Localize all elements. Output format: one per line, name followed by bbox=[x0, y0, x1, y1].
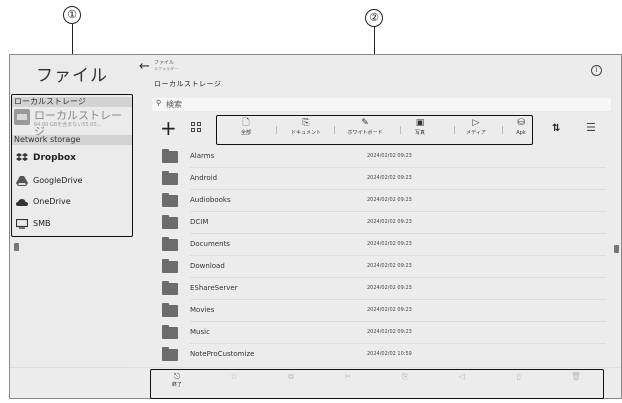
file-name: Music bbox=[190, 328, 210, 336]
manual-figure: ① ② ③ ファイル ローカルストレージ ローカルストレージ 64.00 GBを… bbox=[0, 0, 622, 403]
callout-2: ② bbox=[365, 9, 383, 27]
file-name: Android bbox=[190, 174, 218, 182]
search-icon: ⚲ bbox=[156, 99, 162, 107]
list-item[interactable]: Music 2024/02/02 09:23 bbox=[160, 323, 610, 344]
breadcrumb[interactable]: ファイル bbox=[154, 59, 174, 66]
file-date: 2024/02/02 09:23 bbox=[367, 263, 412, 269]
file-name: Download bbox=[190, 262, 225, 270]
main-panel: ← ファイル ルフォルダー ローカルストレージ i ⚲ 検索 + 🗋 全部 ⎘ … bbox=[134, 55, 621, 398]
file-date: 2024/02/02 09:23 bbox=[367, 219, 412, 225]
folder-icon bbox=[162, 171, 178, 185]
file-date: 2024/02/02 09:23 bbox=[367, 197, 412, 203]
breadcrumb-sub: ルフォルダー bbox=[154, 66, 178, 71]
file-date: 2024/02/02 09:23 bbox=[367, 241, 412, 247]
list-item[interactable]: Movies 2024/02/02 09:23 bbox=[160, 301, 610, 322]
folder-icon bbox=[162, 259, 178, 273]
file-date: 2024/02/02 09:23 bbox=[367, 153, 412, 159]
file-name: EShareServer bbox=[190, 284, 238, 292]
folder-icon bbox=[162, 281, 178, 295]
file-name: NoteProCustomize bbox=[190, 350, 255, 358]
multi-select-icon[interactable]: ☰ bbox=[586, 121, 596, 134]
list-item[interactable]: Download 2024/02/02 09:23 bbox=[160, 257, 610, 278]
info-icon[interactable]: i bbox=[591, 65, 602, 76]
search-placeholder: 検索 bbox=[166, 100, 182, 109]
current-location-title: ローカルストレージ bbox=[154, 80, 222, 88]
list-item[interactable]: NoteProCustomize 2024/02/02 10:59 bbox=[160, 345, 610, 366]
list-item[interactable]: DCIM 2024/02/02 09:23 bbox=[160, 213, 610, 234]
folder-icon bbox=[162, 237, 178, 251]
folder-icon bbox=[162, 303, 178, 317]
sort-icon[interactable]: ⇅ bbox=[552, 123, 560, 134]
folder-icon bbox=[162, 193, 178, 207]
callout-3-highlight bbox=[150, 369, 604, 399]
folder-icon bbox=[162, 325, 178, 339]
search-input[interactable]: ⚲ 検索 bbox=[152, 98, 611, 111]
grid-view-icon[interactable] bbox=[191, 122, 202, 133]
sidebar-collapse-handle[interactable] bbox=[14, 243, 19, 251]
folder-icon bbox=[162, 215, 178, 229]
callout-2-highlight bbox=[216, 115, 533, 145]
back-arrow-icon[interactable]: ← bbox=[139, 59, 150, 74]
folder-icon bbox=[162, 149, 178, 163]
list-item[interactable]: Documents 2024/02/02 09:23 bbox=[160, 235, 610, 256]
callout-1-highlight bbox=[11, 94, 133, 237]
add-button[interactable]: + bbox=[160, 118, 177, 138]
file-date: 2024/02/02 09:23 bbox=[367, 285, 412, 291]
file-name: DCIM bbox=[190, 218, 209, 226]
list-item[interactable]: Alarms 2024/02/02 09:23 bbox=[160, 147, 610, 168]
file-name: Alarms bbox=[190, 152, 215, 160]
list-item[interactable]: EShareServer 2024/02/02 09:23 bbox=[160, 279, 610, 300]
file-name: Audiobooks bbox=[190, 196, 231, 204]
list-item[interactable]: Audiobooks 2024/02/02 09:23 bbox=[160, 191, 610, 212]
callout-1: ① bbox=[63, 6, 81, 24]
right-panel-handle[interactable] bbox=[614, 245, 619, 253]
folder-icon bbox=[162, 347, 178, 361]
app-title: ファイル bbox=[36, 66, 108, 86]
file-name: Movies bbox=[190, 306, 215, 314]
file-name: Documents bbox=[190, 240, 230, 248]
file-date: 2024/02/02 09:23 bbox=[367, 175, 412, 181]
file-date: 2024/02/02 09:23 bbox=[367, 329, 412, 335]
list-item[interactable]: Android 2024/02/02 09:23 bbox=[160, 169, 610, 190]
file-date: 2024/02/02 09:23 bbox=[367, 307, 412, 313]
file-date: 2024/02/02 10:59 bbox=[367, 351, 412, 357]
